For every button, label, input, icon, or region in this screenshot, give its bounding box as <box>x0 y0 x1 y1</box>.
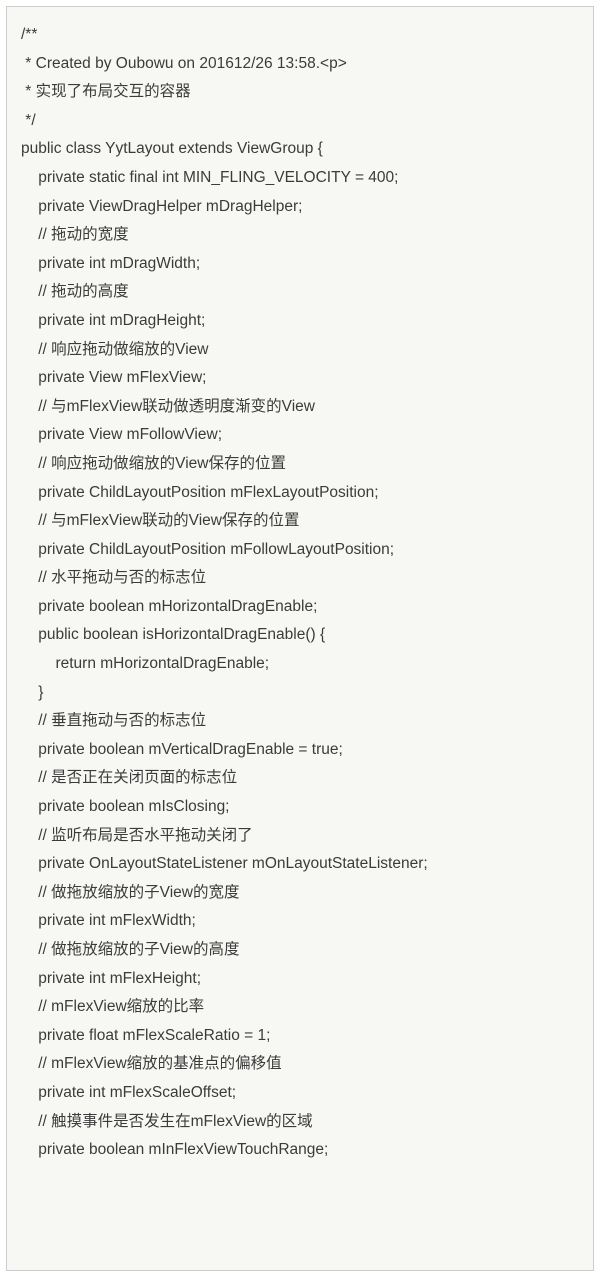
code-line: // 是否正在关闭页面的标志位 <box>21 764 587 793</box>
code-line: private int mFlexHeight; <box>21 965 587 994</box>
code-line: public boolean isHorizontalDragEnable() … <box>21 621 587 650</box>
code-line: // mFlexView缩放的比率 <box>21 993 587 1022</box>
code-line: // 水平拖动与否的标志位 <box>21 564 587 593</box>
code-line: private ViewDragHelper mDragHelper; <box>21 193 587 222</box>
code-line: // 触摸事件是否发生在mFlexView的区域 <box>21 1108 587 1137</box>
code-line: private OnLayoutStateListener mOnLayoutS… <box>21 850 587 879</box>
code-line: * 实现了布局交互的容器 <box>21 78 587 107</box>
code-line: // 做拖放缩放的子View的宽度 <box>21 879 587 908</box>
code-line: private ChildLayoutPosition mFlexLayoutP… <box>21 479 587 508</box>
code-line: private boolean mVerticalDragEnable = tr… <box>21 736 587 765</box>
code-line: private View mFollowView; <box>21 421 587 450</box>
code-line: // 响应拖动做缩放的View <box>21 336 587 365</box>
code-line: } <box>21 679 587 708</box>
code-line: // 响应拖动做缩放的View保存的位置 <box>21 450 587 479</box>
code-line: private View mFlexView; <box>21 364 587 393</box>
code-line: * Created by Oubowu on 201612/26 13:58.<… <box>21 50 587 79</box>
code-line: private ChildLayoutPosition mFollowLayou… <box>21 536 587 565</box>
code-line: private float mFlexScaleRatio = 1; <box>21 1022 587 1051</box>
code-line: private int mDragWidth; <box>21 250 587 279</box>
code-block: /** * Created by Oubowu on 201612/26 13:… <box>6 6 594 1271</box>
code-line: return mHorizontalDragEnable; <box>21 650 587 679</box>
code-line: private int mDragHeight; <box>21 307 587 336</box>
code-line: // 垂直拖动与否的标志位 <box>21 707 587 736</box>
code-line: // 与mFlexView联动的View保存的位置 <box>21 507 587 536</box>
code-line: public class YytLayout extends ViewGroup… <box>21 135 587 164</box>
code-line: // 拖动的高度 <box>21 278 587 307</box>
code-line: private int mFlexWidth; <box>21 907 587 936</box>
code-line: // 拖动的宽度 <box>21 221 587 250</box>
code-line: private boolean mHorizontalDragEnable; <box>21 593 587 622</box>
code-line: // mFlexView缩放的基准点的偏移值 <box>21 1050 587 1079</box>
code-line: */ <box>21 107 587 136</box>
code-line: private boolean mInFlexViewTouchRange; <box>21 1136 587 1165</box>
code-line: /** <box>21 21 587 50</box>
code-line: private static final int MIN_FLING_VELOC… <box>21 164 587 193</box>
code-line: // 与mFlexView联动做透明度渐变的View <box>21 393 587 422</box>
code-line: private int mFlexScaleOffset; <box>21 1079 587 1108</box>
code-line: // 监听布局是否水平拖动关闭了 <box>21 822 587 851</box>
code-line: // 做拖放缩放的子View的高度 <box>21 936 587 965</box>
code-line: private boolean mIsClosing; <box>21 793 587 822</box>
